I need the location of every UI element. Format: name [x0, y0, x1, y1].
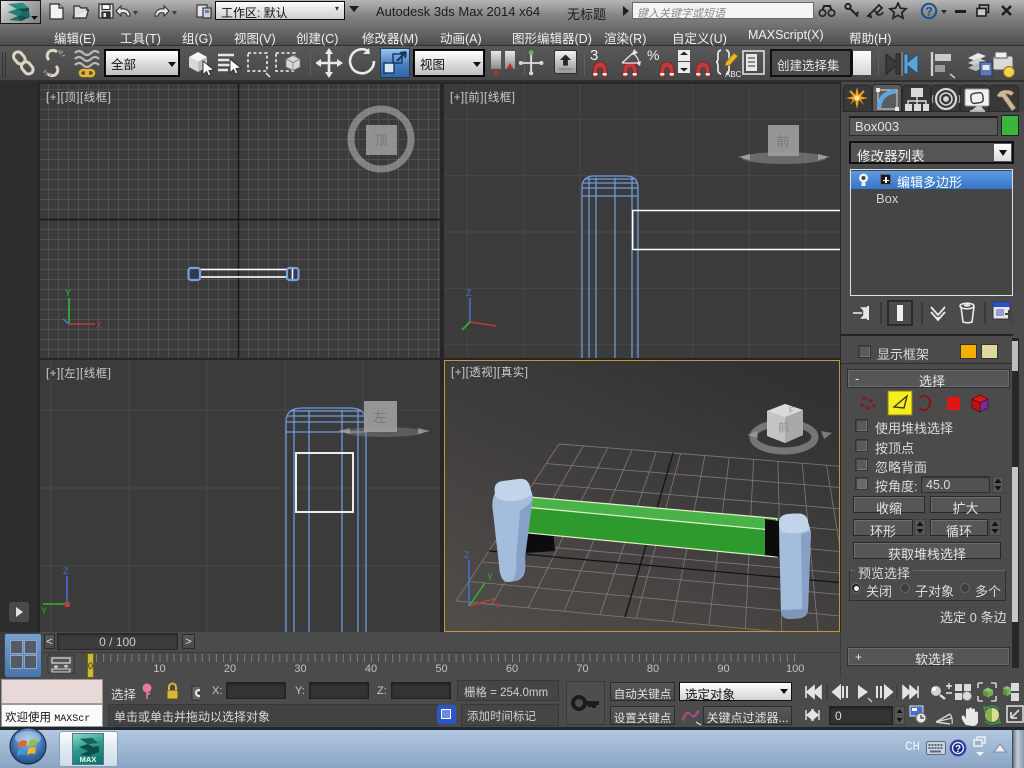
svg-text:前: 前 — [776, 134, 789, 149]
svg-text:Y: Y — [41, 606, 47, 616]
svg-text:X: X — [495, 601, 501, 611]
svg-text:F: F — [789, 406, 794, 415]
svg-text:%: % — [647, 47, 659, 63]
svg-text:前: 前 — [778, 420, 789, 434]
svg-text:X: X — [96, 320, 102, 330]
svg-text:Y: Y — [65, 288, 71, 298]
svg-text:左: 左 — [373, 410, 386, 425]
svg-text:?: ? — [925, 5, 932, 19]
svg-text:?: ? — [955, 744, 961, 755]
svg-text:3: 3 — [590, 47, 598, 64]
svg-text:Y: Y — [487, 572, 493, 582]
svg-text:Z: Z — [466, 288, 472, 298]
svg-text:Z: Z — [63, 566, 69, 576]
svg-text:Z: Z — [464, 550, 470, 560]
svg-text:MAX: MAX — [80, 755, 97, 764]
svg-text:ABC: ABC — [725, 70, 742, 79]
svg-text:顶: 顶 — [374, 133, 387, 148]
